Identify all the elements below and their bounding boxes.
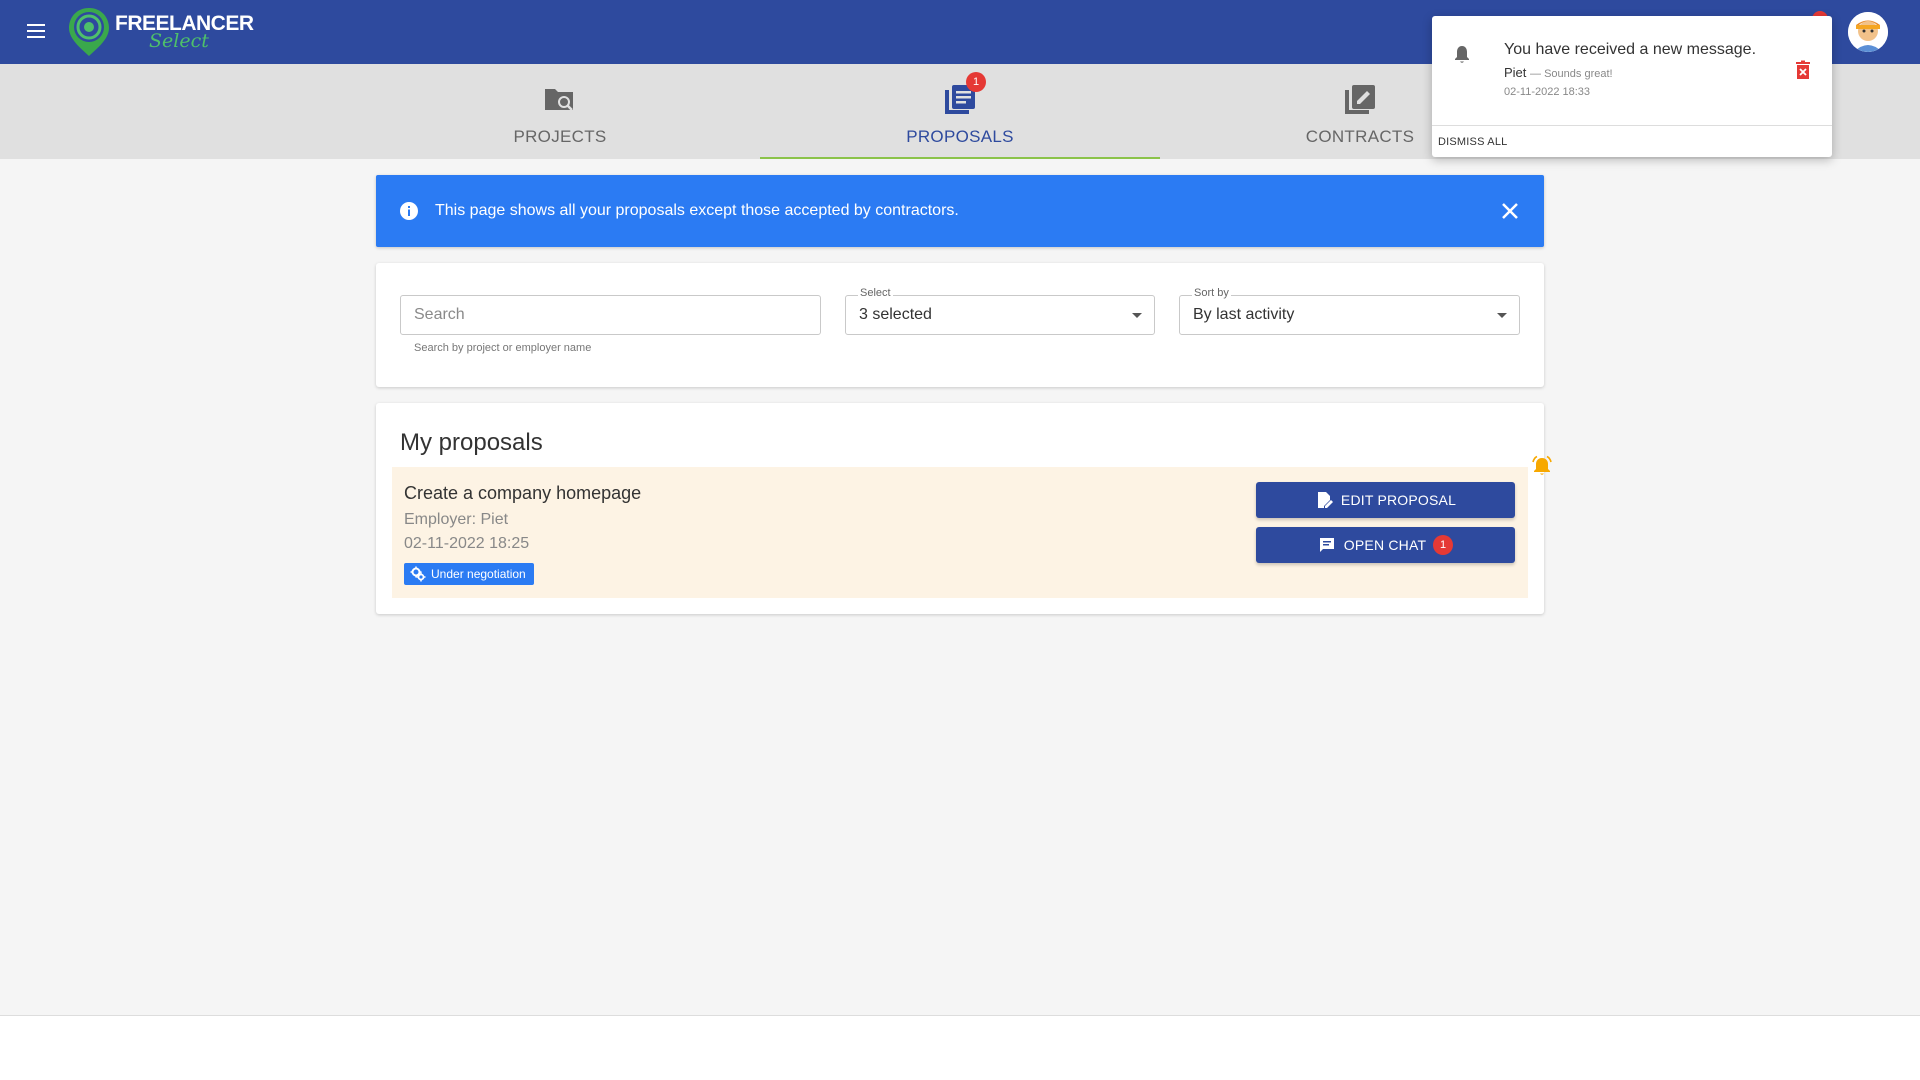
search-placeholder: Search — [414, 306, 465, 323]
bell-icon — [1455, 46, 1469, 63]
notification-sender: Piet — [1504, 65, 1527, 80]
proposal-date: 02-11-2022 18:25 — [404, 535, 530, 552]
notification-time: 02-11-2022 18:33 — [1504, 86, 1591, 98]
notification-sender-line[interactable]: Piet — Sounds great! — [1504, 65, 1613, 80]
tab-projects[interactable]: PROJECTS — [360, 64, 760, 159]
dismiss-all-button[interactable]: DISMISS ALL — [1438, 136, 1507, 148]
folder-search-icon — [542, 82, 578, 118]
status-badge: Under negotiation — [404, 563, 534, 585]
proposal-employer: Employer: Piet — [404, 511, 509, 528]
notification-title: You have received a new message. — [1504, 41, 1757, 58]
sort-select[interactable]: Sort by By last activity — [1179, 287, 1520, 335]
chat-unread-badge: 1 — [1433, 535, 1454, 555]
info-icon — [400, 202, 418, 220]
proposals-badge: 1 — [966, 72, 986, 92]
gears-icon — [410, 566, 426, 582]
search-hint: Search by project or employer name — [414, 342, 592, 354]
hamburger-menu-icon[interactable] — [24, 20, 48, 44]
tab-label: PROJECTS — [513, 127, 607, 146]
status-select-label: Select — [858, 287, 893, 299]
notification-popup: You have received a new message. Piet — … — [1432, 16, 1832, 157]
close-icon[interactable] — [1498, 199, 1522, 223]
info-banner-text: This page shows all your proposals excep… — [435, 202, 959, 219]
proposal-item[interactable]: Create a company homepage Employer: Piet… — [392, 455, 1552, 598]
status-select[interactable]: Select 3 selected — [845, 287, 1155, 335]
edit-document-icon — [1342, 82, 1378, 118]
document-list-icon: 1 — [942, 72, 986, 118]
chevron-down-icon — [1497, 313, 1507, 318]
logo-pin-icon — [69, 8, 109, 56]
status-label: Under negotiation — [431, 567, 526, 581]
divider — [1432, 125, 1832, 126]
tab-label: CONTRACTS — [1305, 127, 1415, 146]
tab-label: PROPOSALS — [906, 127, 1014, 146]
chevron-down-icon — [1132, 313, 1142, 318]
proposal-title: Create a company homepage — [404, 483, 642, 503]
edit-document-icon — [1317, 492, 1333, 508]
chat-icon — [1319, 538, 1334, 552]
user-avatar[interactable] — [1848, 12, 1888, 52]
status-select-value: 3 selected — [859, 306, 932, 323]
info-banner: This page shows all your proposals excep… — [376, 175, 1544, 247]
footer — [0, 1015, 1920, 1080]
open-chat-button[interactable]: OPEN CHAT 1 — [1256, 527, 1515, 563]
notification-message: — Sounds great! — [1530, 68, 1613, 80]
freelancer-select-logo[interactable]: FREELANCER Select — [66, 3, 254, 61]
tab-proposals[interactable]: 1 PROPOSALS — [760, 64, 1160, 159]
edit-proposal-label: EDIT PROPOSAL — [1340, 492, 1457, 508]
page-title: My proposals — [400, 429, 543, 456]
alarm-bell-icon — [1532, 455, 1552, 475]
filter-panel: Search Search by project or employer nam… — [376, 263, 1544, 387]
sort-select-value: By last activity — [1193, 306, 1295, 323]
sort-select-label: Sort by — [1192, 287, 1231, 299]
search-input[interactable]: Search — [400, 295, 821, 335]
brand-subtitle: Select — [149, 30, 209, 52]
edit-proposal-button[interactable]: EDIT PROPOSAL — [1256, 482, 1515, 518]
delete-icon[interactable] — [1794, 60, 1812, 80]
open-chat-label: OPEN CHAT — [1343, 537, 1427, 553]
proposals-panel: My proposals Create a company homepage E… — [376, 403, 1552, 614]
